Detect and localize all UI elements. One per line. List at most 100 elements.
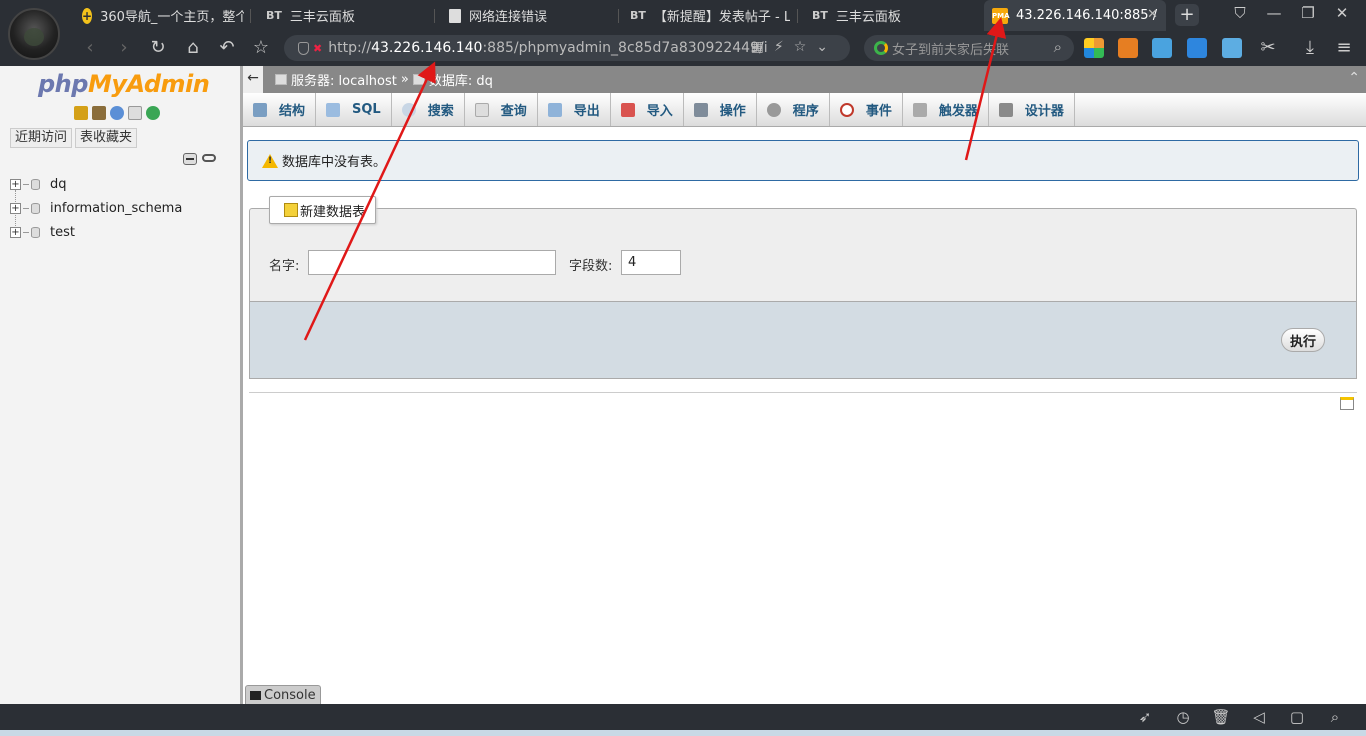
logout-icon[interactable] bbox=[92, 106, 106, 120]
search-engine-icon bbox=[874, 41, 888, 55]
tab-export[interactable]: 导出 bbox=[538, 93, 611, 126]
favorite-tables-button[interactable]: 表收藏夹 bbox=[75, 128, 138, 148]
volume-icon[interactable]: ◁ bbox=[1249, 708, 1269, 726]
trash-icon[interactable]: 🗑 bbox=[1211, 708, 1231, 726]
back-arrow-icon[interactable]: ← bbox=[243, 66, 263, 93]
expand-icon[interactable]: + bbox=[10, 178, 21, 190]
window-icon[interactable]: ▢ bbox=[1287, 708, 1307, 726]
browser-tab-new-post[interactable]: BT 【新提醒】发表帖子 - Lin bbox=[622, 0, 790, 31]
tab-sql[interactable]: SQL bbox=[316, 93, 392, 126]
refresh-icon[interactable] bbox=[146, 106, 160, 120]
db-tree-item-test[interactable]: + test bbox=[10, 222, 75, 242]
tab-operations[interactable]: 操作 bbox=[684, 93, 757, 126]
db-tree-item-dq[interactable]: + dq bbox=[10, 174, 67, 194]
restore-icon[interactable]: ❐ bbox=[1296, 4, 1320, 22]
extension-windows-icon[interactable] bbox=[1084, 38, 1104, 58]
home-icon[interactable] bbox=[74, 106, 88, 120]
database-icon bbox=[31, 226, 40, 238]
doc-icon bbox=[449, 8, 461, 23]
link-with-main-icon[interactable] bbox=[202, 154, 216, 162]
extension-screenshot-icon[interactable] bbox=[1152, 38, 1172, 58]
collapse-all-icon[interactable] bbox=[183, 153, 197, 165]
shirt-icon[interactable]: ⛉ bbox=[1228, 4, 1252, 22]
tab-designer[interactable]: 设计器 bbox=[989, 93, 1075, 126]
new-tab-button[interactable]: + bbox=[1175, 4, 1199, 26]
back-icon[interactable]: ‹ bbox=[78, 36, 102, 60]
create-table-legend: 新建数据表 bbox=[269, 196, 377, 224]
new-table-icon bbox=[284, 203, 298, 217]
tab-separator bbox=[250, 9, 251, 23]
shield-icon bbox=[298, 41, 309, 55]
browser-tab-360[interactable]: + 360导航_一个主页，整个世 bbox=[74, 0, 244, 31]
search-box[interactable]: 女子到前夫家后失联 ⌕ bbox=[864, 35, 1074, 61]
browser-tab-sanfeng-1[interactable]: BT 三丰云面板 bbox=[258, 0, 428, 31]
extension-calendar-icon[interactable] bbox=[1118, 38, 1138, 58]
tab-triggers[interactable]: 触发器 bbox=[903, 93, 989, 126]
user-avatar[interactable] bbox=[8, 8, 60, 60]
tab-import[interactable]: 导入 bbox=[611, 93, 684, 126]
phpmyadmin-logo[interactable]: phpMyAdmin bbox=[38, 70, 210, 98]
num-fields-input[interactable] bbox=[621, 250, 681, 275]
num-fields-label: 字段数: bbox=[569, 259, 613, 274]
logo-icon-row bbox=[74, 106, 160, 120]
rocket-icon[interactable]: ➶ bbox=[1135, 708, 1155, 726]
recent-tables-button[interactable]: 近期访问 bbox=[10, 128, 73, 148]
export-icon bbox=[547, 102, 562, 117]
browser-tab-sanfeng-2[interactable]: BT 三丰云面板 bbox=[804, 0, 974, 31]
extension-grid-icon[interactable] bbox=[1187, 38, 1207, 58]
breadcrumb-server[interactable]: 服务器: localhost bbox=[291, 70, 397, 89]
go-button[interactable]: 执行 bbox=[1281, 328, 1326, 352]
tab-routines[interactable]: 程序 bbox=[757, 93, 830, 126]
minimize-icon[interactable]: — bbox=[1262, 4, 1286, 22]
designer-icon bbox=[998, 102, 1013, 117]
browser-tab-network-error[interactable]: 网络连接错误 bbox=[441, 0, 611, 31]
no-tables-notice: 数据库中没有表。 bbox=[247, 140, 1359, 181]
help-icon[interactable] bbox=[110, 106, 124, 120]
wrench-icon bbox=[693, 102, 708, 117]
bookmark-star-icon[interactable]: ☆ bbox=[249, 36, 273, 60]
close-tab-icon[interactable]: ✕ bbox=[1147, 7, 1158, 22]
reload-icon[interactable]: ↻ bbox=[146, 36, 170, 60]
page-settings-icon[interactable] bbox=[1340, 397, 1354, 410]
db-tree-item-information-schema[interactable]: + information_schema bbox=[10, 198, 182, 218]
close-window-icon[interactable]: ✕ bbox=[1330, 4, 1354, 22]
create-table-footer bbox=[249, 301, 1357, 379]
docs-icon[interactable] bbox=[128, 106, 142, 120]
zoom-icon[interactable]: ⌕ bbox=[1325, 708, 1345, 726]
query-icon bbox=[474, 102, 489, 117]
scissors-icon[interactable]: ✂ bbox=[1256, 36, 1280, 60]
address-tools-icon[interactable]: ▦⚡☆⌄ bbox=[751, 39, 838, 55]
expand-icon[interactable]: + bbox=[10, 202, 21, 214]
breadcrumb-database[interactable]: 数据库: dq bbox=[429, 70, 493, 89]
address-bar[interactable]: ✖ http://43.226.146.140:885/phpmyadmin_8… bbox=[284, 35, 850, 61]
structure-icon bbox=[253, 102, 267, 117]
undo-close-icon[interactable]: ↶ bbox=[215, 36, 239, 60]
import-icon bbox=[620, 102, 635, 117]
console-icon bbox=[250, 690, 261, 700]
download-icon[interactable]: ⤓ bbox=[1298, 36, 1322, 60]
tab-query[interactable]: 查询 bbox=[465, 93, 538, 126]
tab-separator bbox=[434, 9, 435, 23]
forward-icon[interactable]: › bbox=[112, 36, 136, 60]
search-icon[interactable]: ⌕ bbox=[1054, 38, 1062, 56]
tab-events[interactable]: 事件 bbox=[830, 93, 903, 126]
tab-structure[interactable]: 结构 bbox=[243, 93, 317, 126]
tab-separator bbox=[797, 9, 798, 23]
home-icon[interactable]: ⌂ bbox=[181, 36, 205, 60]
speed-icon[interactable]: ◷ bbox=[1173, 708, 1193, 726]
bt-icon: BT bbox=[630, 9, 646, 22]
table-name-label: 名字: bbox=[269, 259, 300, 274]
panel-resizer[interactable] bbox=[240, 66, 243, 704]
browser-tab-phpmyadmin[interactable]: PMA 43.226.146.140:885 / ✕ bbox=[984, 0, 1166, 31]
menu-icon[interactable]: ≡ bbox=[1332, 36, 1356, 60]
pma-icon: PMA bbox=[992, 7, 1010, 24]
warning-icon bbox=[262, 153, 278, 168]
extension-translate-icon[interactable] bbox=[1222, 38, 1242, 58]
console-tab[interactable]: Console bbox=[245, 685, 321, 704]
table-name-input[interactable] bbox=[308, 250, 556, 275]
clock-icon bbox=[839, 102, 854, 117]
expand-icon[interactable]: + bbox=[10, 226, 21, 238]
tab-search[interactable]: 搜索 bbox=[392, 93, 465, 126]
collapse-top-icon[interactable]: ⌃ bbox=[1348, 70, 1360, 86]
routines-icon bbox=[766, 102, 781, 117]
